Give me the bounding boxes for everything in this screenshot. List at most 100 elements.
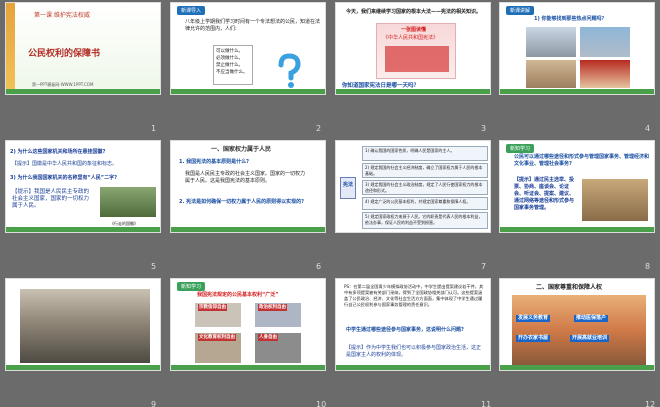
- slide-number: 1: [151, 124, 157, 133]
- slide-thumb-11[interactable]: PS：在第二届全国青少年模拟政协活动中，中学生提出提案建议若干件，其中有多项提案…: [335, 278, 491, 371]
- slide-footer-bar: [171, 365, 325, 370]
- photo-caption: 《行走的国徽》: [110, 221, 138, 226]
- rights-tag: 政治权利自由: [258, 304, 287, 311]
- slide-thumb-8[interactable]: 新知学习 公民可以通过哪些途径和形式参与管理国家事务、管理经济和文化事业、管理社…: [499, 140, 655, 233]
- slide-thumb-3[interactable]: 今天，我们来继续学习国家的根本大法——宪法的相关知识。 一张图读懂 《中华人民共…: [335, 2, 491, 95]
- rights-photo: 政治权利自由: [255, 303, 301, 327]
- slide-title: 我国宪法规定的公民基本权利“广泛”: [197, 292, 279, 298]
- section-tab: 新课导入: [177, 6, 206, 15]
- slide-thumb-6[interactable]: 一、国家权力属于人民 1. 我国宪法的基本原则是什么? 我国是人民民主专政的社会…: [170, 140, 326, 233]
- conference-photo: [20, 289, 150, 363]
- list-item: 1) 确认我国的国家性质，明确人民是国家的主人。: [362, 146, 488, 161]
- slide-number: 6: [316, 262, 322, 271]
- policy-tag: 发展义务教育: [516, 315, 551, 322]
- list-item-text: 1) 确认我国的国家性质，明确人民是国家的主人。: [365, 148, 455, 153]
- slide-thumb-12[interactable]: 二、国家尊重和保障人权 发展义务教育 推动医保落户 开办农家书屋 开展高就业培训: [499, 278, 655, 371]
- slide-number: 4: [645, 124, 651, 133]
- slide-title: 公民权利的保障书: [28, 49, 101, 59]
- building-photo: [526, 27, 576, 57]
- answer-text: 【提示】作为中学生我们也可以积极参与国家政治生活，这正是国家主人的权利的体现。: [346, 345, 482, 358]
- intro-text: 今天，我们来继续学习国家的根本大法——宪法的相关知识。: [346, 9, 482, 15]
- list-item-text: 3) 规定我国的社会主义政治制度，规定了人民行使国家权力的根本途径和形式。: [365, 182, 483, 193]
- rights-tag: 文化教育权利自由: [198, 334, 236, 341]
- building-photo: [580, 27, 630, 57]
- slide-number: 8: [645, 262, 651, 271]
- section-heading: 二、国家尊重和保障人权: [536, 284, 603, 291]
- checklist-item: 必须做什么。: [216, 56, 243, 61]
- slide-thumb-7[interactable]: 宪法 1) 确认我国的国家性质，明确人民是国家的主人。 2) 规定我国的社会主义…: [335, 140, 491, 233]
- side-label-box: 宪法: [340, 177, 356, 199]
- emblem-photo: [100, 187, 156, 217]
- slide-number: 2: [316, 124, 322, 133]
- rights-photo: 文化教育权利自由: [195, 333, 241, 363]
- rights-tag: 人身自由: [258, 334, 278, 341]
- slide-footer-bar: [336, 365, 490, 370]
- slide-footer-bar: [500, 89, 654, 94]
- slide-thumb-2[interactable]: 新课导入 八年级上学期我们学习时间有一个专法想法的公民，知道在法律允许的范围内，…: [170, 2, 326, 95]
- rights-tag: 宗教信仰自由: [198, 304, 227, 311]
- slide-number: 5: [151, 262, 157, 271]
- slide-footer-bar: [336, 89, 490, 94]
- checklist-item: 禁止做什么。: [216, 63, 243, 68]
- card-title: 一张图读懂: [401, 27, 427, 33]
- constitution-card: 一张图读懂 《中华人民共和国宪法》: [376, 23, 456, 79]
- slide-footer-bar: [171, 227, 325, 232]
- ps-text: PS：在第二届全国青少年模拟政协活动中，中学生提出提案建议若干件，其中有多项提案…: [344, 284, 484, 307]
- question-text: 1) 你能够找到那些热点问题吗？: [534, 16, 607, 22]
- collage-photo: 发展义务教育 推动医保落户 开办农家书屋 开展高就业培训: [512, 295, 646, 365]
- slide-left-stripe: [6, 3, 15, 94]
- intro-text: 八年级上学期我们学习时间有一个专法想法的公民，知道在法律允许的范围内，人们:: [185, 19, 321, 32]
- section-tab: 新知学习: [506, 144, 535, 153]
- building-photo: [526, 60, 576, 88]
- question-text: 1. 我国宪法的基本原则是什么?: [179, 159, 250, 165]
- slide-thumb-1[interactable]: 第一课 维护宪法权威 公民权利的保障书 第一PPT模板网-WWW.1PPT.CO…: [5, 2, 161, 95]
- slide-footer-bar: [6, 365, 160, 370]
- question-text: 2. 宪法是如何确保一切权力属于人民的原则得以实现的?: [179, 199, 305, 205]
- list-item-text: 2) 规定我国的社会主义经济制度，确立了国家权力属于人民的根本基础。: [365, 165, 483, 176]
- slide-thumb-9[interactable]: [5, 278, 161, 371]
- slide-number: 3: [481, 124, 487, 133]
- side-label: 宪法: [343, 182, 354, 188]
- slide-footer-bar: [6, 227, 160, 232]
- section-tab: 新课讲解: [506, 6, 535, 15]
- section-heading: 一、国家权力属于人民: [211, 146, 272, 153]
- answer-text: 我国是人民民主专政的社会主义国家。国家的一切权力属于人民。这是我国宪法的基本原则…: [185, 171, 306, 184]
- slide-number: 7: [481, 262, 487, 271]
- slide-footer-bar: [6, 89, 160, 94]
- checklist-box: 可以做什么。 必须做什么。 禁止做什么。 不应当做什么。: [213, 45, 253, 85]
- question-text: 公民可以通过哪些途径和形式参与管理国家事务、管理经济和文化事业、管理社会事务?: [514, 154, 650, 167]
- answer-text: 【提示】我国是人民民主专政的社会主义国家，国家的一切权力属于人民。: [12, 189, 90, 209]
- slide-thumb-5[interactable]: 2) 为什么这些国家机关和场所在悬挂国徽? 【提示】国徽是中华人民共和国的象征和…: [5, 140, 161, 233]
- question-text: 2) 为什么这些国家机关和场所在悬挂国徽?: [10, 149, 106, 155]
- slide-footer-bar: [500, 365, 654, 370]
- list-item-text: 5) 规定国家政权力来源于人民。它的职责是代表人民的根本利益，依法办事，保证人民…: [365, 214, 483, 225]
- slide-footer-bar: [171, 89, 325, 94]
- policy-tag: 开办农家书屋: [516, 335, 551, 342]
- question-text: 中学生通过哪些途径参与国家事务，这说明什么问题?: [346, 327, 464, 333]
- slide-thumb-10[interactable]: 新知学习 我国宪法规定的公民基本权利“广泛” 宗教信仰自由 政治权利自由 文化教…: [170, 278, 326, 371]
- question-text: 3) 为什么我国国家机关的名称里有“人民”二字?: [10, 175, 117, 181]
- policy-tag: 推动医保落户: [574, 315, 609, 322]
- answer-text: 【提示】通过民主选举、投票、协商、座谈会、论证会、听证会、提案、建议、通过网络等…: [514, 177, 575, 211]
- policy-tag: 开展高就业培训: [570, 335, 610, 342]
- section-tab: 新知学习: [177, 282, 206, 291]
- question-mark-icon: [278, 53, 301, 88]
- footer-text: 第一PPT模板网-WWW.1PPT.COM: [32, 82, 94, 87]
- slide-number: 9: [151, 400, 157, 407]
- answer-text: 【提示】国徽是中华人民共和国的象征和标志。: [12, 161, 118, 167]
- slide-number: 12: [645, 400, 656, 407]
- list-item: 3) 规定我国的社会主义政治制度，规定了人民行使国家权力的根本途径和形式。: [362, 180, 488, 195]
- building-photo: [580, 60, 630, 88]
- course-label: 第一课 维护宪法权威: [34, 12, 90, 19]
- rights-photo: 宗教信仰自由: [195, 303, 241, 327]
- meeting-photo: [582, 179, 648, 221]
- slide-thumb-4[interactable]: 新课讲解 1) 你能够找到那些热点问题吗？: [499, 2, 655, 95]
- card-illustration: [385, 46, 449, 72]
- list-item-text: 4) 规定广泛的公民基本权利，并规定国家尊重和保障人权。: [365, 199, 471, 204]
- list-item: 4) 规定广泛的公民基本权利，并规定国家尊重和保障人权。: [362, 197, 488, 210]
- card-subtitle: 《中华人民共和国宪法》: [383, 35, 439, 41]
- checklist-item: 不应当做什么。: [216, 70, 248, 75]
- slide-number: 10: [316, 400, 327, 407]
- list-item: 2) 规定我国的社会主义经济制度，确立了国家权力属于人民的根本基础。: [362, 163, 488, 178]
- slide-grid: 第一课 维护宪法权威 公民权利的保障书 第一PPT模板网-WWW.1PPT.CO…: [0, 0, 660, 407]
